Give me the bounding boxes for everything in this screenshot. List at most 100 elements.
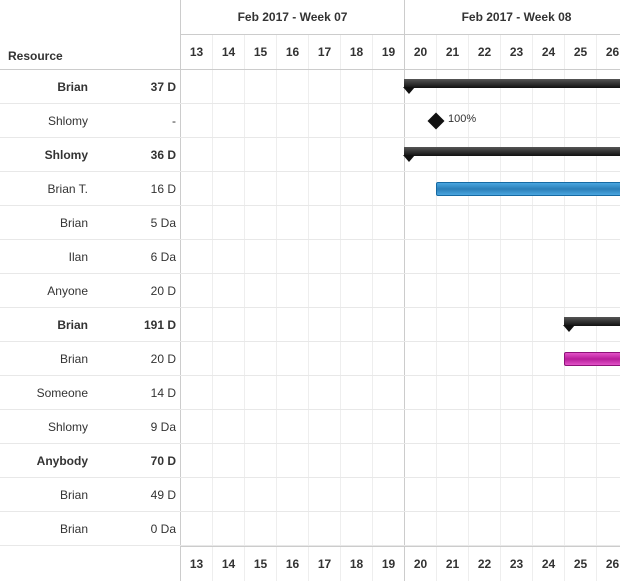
resource-cell: Brian T. xyxy=(0,182,100,196)
resource-cell: Brian xyxy=(0,80,100,94)
resource-row[interactable]: Ilan6 Da xyxy=(0,240,180,274)
timeline-row[interactable] xyxy=(180,70,620,104)
resource-cell: Ilan xyxy=(0,250,100,264)
duration-cell: 49 D xyxy=(100,488,180,502)
resource-cell: Shlomy xyxy=(0,148,100,162)
duration-cell: 16 D xyxy=(100,182,180,196)
gantt-timeline-panel[interactable]: Feb 2017 - Week 07Feb 2017 - Week 08 131… xyxy=(180,0,620,581)
task-bar[interactable] xyxy=(564,352,620,366)
resource-cell: Anyone xyxy=(0,284,100,298)
day-label: 13 xyxy=(180,35,212,69)
duration-cell: 5 Da xyxy=(100,216,180,230)
timeline-row[interactable] xyxy=(180,308,620,342)
day-label: 14 xyxy=(212,547,244,581)
milestone-icon[interactable] xyxy=(428,113,445,130)
left-header: Resource xyxy=(0,0,180,70)
timeline-row[interactable] xyxy=(180,274,620,308)
resource-row[interactable]: Anyone20 D xyxy=(0,274,180,308)
day-label: 21 xyxy=(436,547,468,581)
day-header: 1314151617181920212223242526 xyxy=(180,35,620,70)
resource-row[interactable]: Brian5 Da xyxy=(0,206,180,240)
duration-cell: 20 D xyxy=(100,284,180,298)
resource-row[interactable]: Brian T.16 D xyxy=(0,172,180,206)
resource-cell: Brian xyxy=(0,216,100,230)
day-label: 15 xyxy=(244,547,276,581)
day-label: 15 xyxy=(244,35,276,69)
day-label: 20 xyxy=(404,547,436,581)
duration-cell: 37 D xyxy=(100,80,180,94)
duration-cell: 9 Da xyxy=(100,420,180,434)
day-label: 17 xyxy=(308,35,340,69)
duration-cell: 191 D xyxy=(100,318,180,332)
resource-row[interactable]: Brian37 D xyxy=(0,70,180,104)
day-label: 26 xyxy=(596,547,620,581)
duration-cell: 20 D xyxy=(100,352,180,366)
day-label: 19 xyxy=(372,547,404,581)
day-label: 23 xyxy=(500,547,532,581)
milestone-label: 100% xyxy=(448,113,476,125)
column-header-resource: Resource xyxy=(8,49,63,63)
timeline-row[interactable] xyxy=(180,206,620,240)
day-label: 13 xyxy=(180,547,212,581)
day-label: 20 xyxy=(404,35,436,69)
resource-cell: Brian xyxy=(0,522,100,536)
resource-cell: Someone xyxy=(0,386,100,400)
day-label: 25 xyxy=(564,547,596,581)
duration-cell: 70 D xyxy=(100,454,180,468)
timeline-row[interactable] xyxy=(180,478,620,512)
day-label: 26 xyxy=(596,35,620,69)
resource-cell: Shlomy xyxy=(0,420,100,434)
resource-row[interactable]: Shlomy- xyxy=(0,104,180,138)
day-label: 25 xyxy=(564,35,596,69)
day-label: 22 xyxy=(468,35,500,69)
timeline-row[interactable] xyxy=(180,172,620,206)
day-label: 16 xyxy=(276,35,308,69)
resource-cell: Brian xyxy=(0,488,100,502)
summary-bar[interactable] xyxy=(564,317,620,326)
day-label: 23 xyxy=(500,35,532,69)
summary-bar[interactable] xyxy=(404,79,620,88)
timeline-row[interactable] xyxy=(180,410,620,444)
resource-cell: Shlomy xyxy=(0,114,100,128)
task-bar[interactable] xyxy=(436,182,620,196)
timeline-row[interactable] xyxy=(180,512,620,546)
gantt-left-panel: Resource Brian37 DShlomy-Shlomy36 DBrian… xyxy=(0,0,180,546)
resource-row[interactable]: Someone14 D xyxy=(0,376,180,410)
timeline-row[interactable] xyxy=(180,240,620,274)
day-label: 22 xyxy=(468,547,500,581)
duration-cell: 14 D xyxy=(100,386,180,400)
resource-row[interactable]: Anybody70 D xyxy=(0,444,180,478)
day-label: 17 xyxy=(308,547,340,581)
timeline-row[interactable] xyxy=(180,444,620,478)
resource-row[interactable]: Brian0 Da xyxy=(0,512,180,546)
day-label: 19 xyxy=(372,35,404,69)
timeline-row[interactable] xyxy=(180,376,620,410)
day-label: 21 xyxy=(436,35,468,69)
week-label: Feb 2017 - Week 07 xyxy=(180,0,404,34)
day-footer: 1314151617181920212223242526 xyxy=(180,546,620,581)
resource-row[interactable]: Brian20 D xyxy=(0,342,180,376)
duration-cell: 0 Da xyxy=(100,522,180,536)
week-label: Feb 2017 - Week 08 xyxy=(404,0,620,34)
day-label: 18 xyxy=(340,35,372,69)
resource-cell: Brian xyxy=(0,352,100,366)
resource-row[interactable]: Shlomy9 Da xyxy=(0,410,180,444)
day-label: 18 xyxy=(340,547,372,581)
duration-cell: 36 D xyxy=(100,148,180,162)
day-label: 24 xyxy=(532,35,564,69)
resource-cell: Anybody xyxy=(0,454,100,468)
timeline-row[interactable] xyxy=(180,138,620,172)
week-header: Feb 2017 - Week 07Feb 2017 - Week 08 xyxy=(180,0,620,35)
timeline-row[interactable] xyxy=(180,342,620,376)
duration-cell: - xyxy=(100,114,180,128)
timeline-body: 100% xyxy=(180,70,620,546)
duration-cell: 6 Da xyxy=(100,250,180,264)
resource-row[interactable]: Brian191 D xyxy=(0,308,180,342)
day-label: 24 xyxy=(532,547,564,581)
resource-row[interactable]: Shlomy36 D xyxy=(0,138,180,172)
resource-cell: Brian xyxy=(0,318,100,332)
summary-bar[interactable] xyxy=(404,147,620,156)
timeline-row[interactable]: 100% xyxy=(180,104,620,138)
resource-row[interactable]: Brian49 D xyxy=(0,478,180,512)
day-label: 14 xyxy=(212,35,244,69)
